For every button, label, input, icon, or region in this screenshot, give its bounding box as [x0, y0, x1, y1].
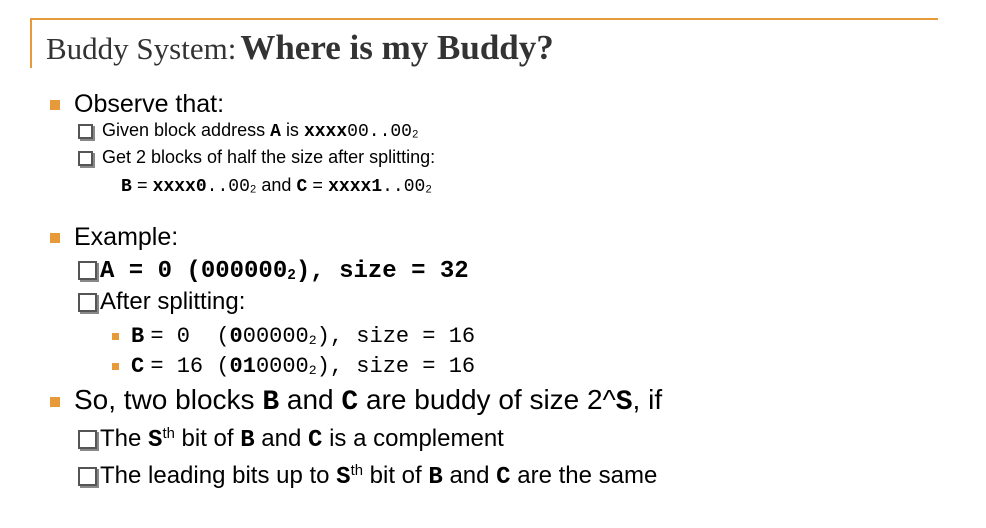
so-item-1: The Sth bit of B and C is a complement	[78, 425, 504, 454]
example-heading-row: Example:	[50, 223, 178, 252]
title-rule-left	[30, 18, 32, 68]
title-rule-top	[30, 18, 938, 20]
so-item-2: The leading bits up to Sth bit of B and …	[78, 462, 657, 491]
bullet-square-icon	[50, 100, 60, 111]
bullet-square-icon	[50, 396, 60, 407]
slide-title: Buddy System: Where is my Buddy?	[46, 28, 554, 68]
checkbox-bullet-icon	[78, 430, 97, 450]
observe-item-2: Get 2 blocks of half the size after spli…	[78, 147, 435, 168]
bullet-square-icon	[112, 362, 119, 370]
title-part2: Where is my Buddy?	[240, 28, 554, 67]
example-c-row: C = 16 (0100002), size = 16	[112, 352, 475, 379]
observe-heading: Observe that:	[74, 90, 225, 118]
title-part1: Buddy System:	[46, 31, 237, 66]
checkbox-bullet-icon	[78, 123, 93, 139]
example-item-2: After splitting:	[78, 288, 245, 316]
bullet-square-icon	[112, 332, 119, 340]
example-heading: Example:	[74, 223, 179, 251]
bullet-square-icon	[50, 233, 60, 244]
observe-item-1: Given block address A is xxxx00..002	[78, 120, 418, 142]
example-b-row: B = 0 (0000002), size = 16	[112, 322, 475, 349]
checkbox-bullet-icon	[78, 293, 97, 313]
observe-heading-row: Observe that:	[50, 90, 224, 119]
checkbox-bullet-icon	[78, 261, 97, 281]
observe-item-3: B = xxxx0..002 and C = xxxx1..002	[121, 175, 432, 197]
checkbox-bullet-icon	[78, 150, 93, 166]
example-item-1: A = 0 (0000002), size = 32	[78, 256, 469, 285]
so-heading-row: So, two blocks B and C are buddy of size…	[50, 384, 662, 418]
checkbox-bullet-icon	[78, 467, 97, 487]
